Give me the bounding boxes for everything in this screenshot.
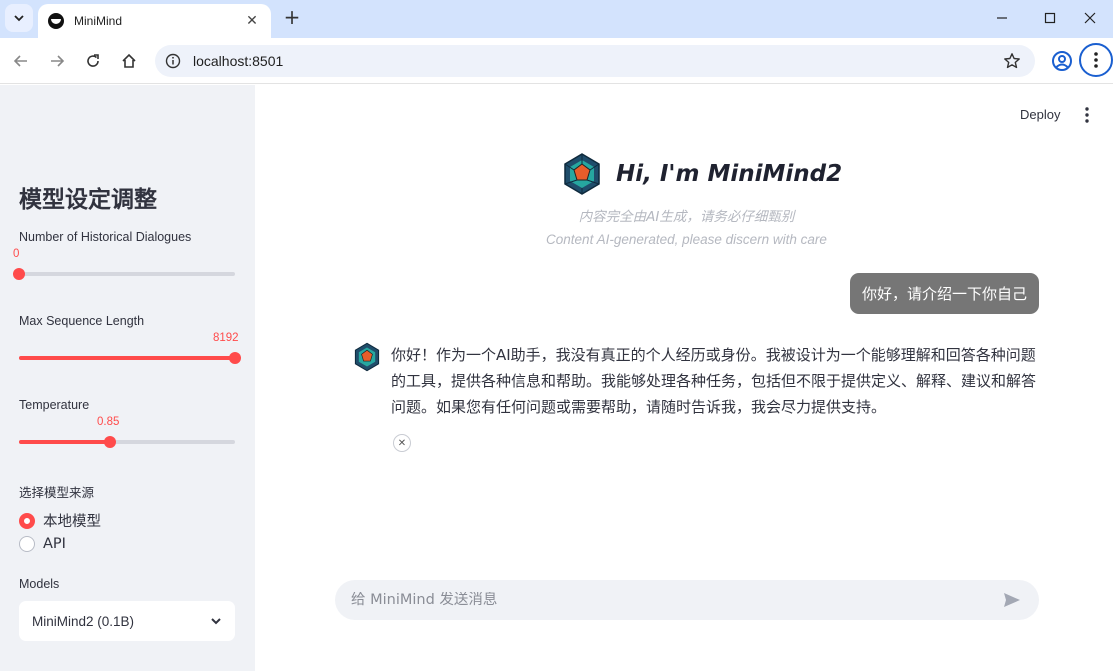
notice-english: Content AI-generated, please discern wit… [546,232,827,247]
models-select-value: MiniMind2 (0.1B) [32,613,135,629]
radio-local-model[interactable]: 本地模型 [19,510,101,531]
greeting-title: Hi, I'm MiniMind2 [616,161,843,187]
address-bar[interactable]: localhost:8501 [155,45,1035,77]
home-icon [122,53,136,68]
chevron-down-icon [211,618,221,625]
forward-button[interactable] [44,48,70,74]
radio-checked-icon [19,512,35,529]
app-menu-icon[interactable] [1080,106,1094,124]
radio-unchecked-icon [19,536,35,552]
temperature-slider-fill [19,440,110,444]
url-text: localhost:8501 [193,53,284,69]
assistant-message: 你好！作为一个AI助手，我没有真正的个人经历或身份。我被设计为一个能够理解和回答… [391,346,1037,416]
minimize-icon [997,17,1007,19]
models-label: Models [19,577,60,591]
temperature-slider-value: 0.85 [97,416,120,428]
history-slider[interactable] [13,268,235,280]
models-select[interactable]: MiniMind2 (0.1B) [19,601,235,641]
user-message-bubble: 你好，请介绍一下你自己 [849,273,1039,314]
send-icon[interactable] [1001,589,1023,611]
radio-local-model-label: 本地模型 [43,514,101,530]
minimind-logo-icon [564,153,600,195]
minimind-favicon-icon [48,13,64,29]
arrow-right-icon [51,55,65,67]
browser-toolbar: localhost:8501 [0,38,1113,84]
close-window-button[interactable] [1067,0,1113,36]
maximize-icon [1044,12,1056,24]
close-tab-icon[interactable]: ✕ [243,13,261,29]
profile-icon[interactable] [1050,49,1074,73]
info-icon[interactable] [165,53,181,69]
temperature-slider-thumb[interactable] [103,436,116,448]
star-icon[interactable] [1003,52,1021,70]
deploy-button[interactable]: Deploy [1020,107,1060,122]
arrow-left-icon [13,55,27,67]
chat-input[interactable] [351,592,1001,608]
max-seq-slider[interactable] [19,352,241,364]
app-header: Hi, I'm MiniMind2 [560,152,842,196]
back-button[interactable] [8,48,34,74]
temperature-slider[interactable] [19,436,235,448]
minimize-button[interactable] [979,0,1025,36]
max-seq-slider-label: Max Sequence Length [19,314,145,328]
notice-chinese: 内容完全由AI生成，请务必仔细甄别 [578,209,795,225]
home-button[interactable] [116,48,142,74]
history-slider-value: 0 [13,248,20,260]
browser-tab-bar: MiniMind ✕ + [0,0,1113,38]
reload-icon [87,54,99,67]
radio-api-label: API [43,536,66,552]
max-seq-slider-value: 8192 [213,332,239,344]
new-tab-button[interactable]: + [280,6,304,30]
radio-api[interactable]: API [19,536,66,552]
temperature-slider-label: Temperature [19,398,90,412]
chat-input-box[interactable] [335,580,1039,620]
model-source-label: 选择模型来源 [19,486,95,500]
browser-menu-button[interactable] [1079,43,1113,77]
browser-tab[interactable]: MiniMind ✕ [38,4,271,38]
tab-search-button[interactable] [5,4,33,32]
tab-title: MiniMind [74,14,123,28]
assistant-avatar-icon [354,342,380,372]
clear-message-button[interactable]: ✕ [393,434,411,452]
sidebar: 模型设定调整 Number of Historical Dialogues 0 … [0,85,255,671]
history-slider-thumb[interactable] [13,268,25,280]
max-seq-slider-fill [19,356,235,360]
reload-button[interactable] [80,48,106,74]
chevron-down-icon [14,15,24,22]
max-seq-slider-thumb[interactable] [229,352,241,364]
close-icon [1084,12,1096,24]
more-vertical-icon [1094,52,1098,68]
